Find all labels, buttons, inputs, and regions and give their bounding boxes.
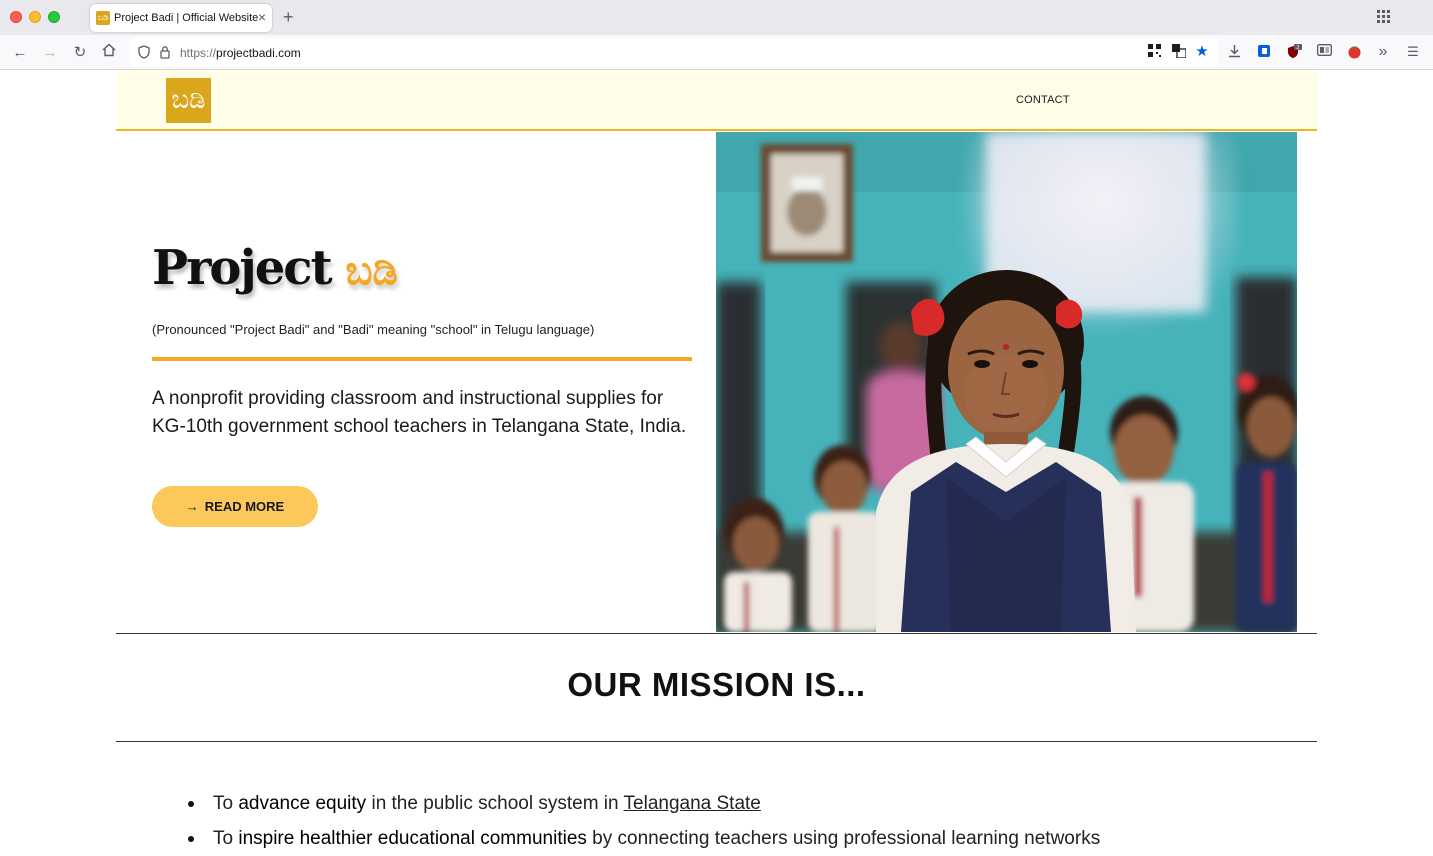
window-minimize-button[interactable] (29, 11, 41, 23)
tracking-shield-icon[interactable] (138, 45, 150, 59)
lock-icon[interactable] (160, 45, 170, 59)
translate-icon[interactable] (1171, 44, 1187, 60)
download-icon[interactable] (1226, 44, 1242, 60)
hero-title-word: Project (152, 240, 333, 296)
browser-nav-bar: ← → ↻ https://projectbadi.com ★ 2 » ☰ (0, 35, 1433, 70)
site-header: ಬಡಿ CONTACT (116, 70, 1317, 131)
hero-title: Project ಬಡಿ (152, 240, 398, 296)
reader-view-icon[interactable] (1316, 44, 1332, 60)
window-close-button[interactable] (10, 11, 22, 23)
read-more-label: READ MORE (204, 499, 285, 514)
section-divider-top (116, 633, 1317, 634)
tab-close-icon[interactable]: × (258, 9, 266, 25)
ublock-badge: 2 (1296, 45, 1299, 51)
bookmark-star-icon[interactable]: ★ (1194, 44, 1210, 60)
url-bar[interactable]: https://projectbadi.com (130, 38, 1218, 67)
website: ಬಡಿ CONTACT Project ಬಡಿ (Pronounced "Pro… (116, 70, 1317, 849)
telangana-state-link[interactable]: Telangana State (624, 793, 761, 814)
overflow-icon[interactable]: » (1375, 44, 1391, 60)
pronunciation-note: (Pronounced "Project Badi" and "Badi" me… (152, 322, 595, 337)
reload-icon[interactable]: ↻ (70, 43, 90, 63)
read-more-button[interactable]: → READ MORE (152, 486, 318, 527)
tomato-icon[interactable] (1346, 44, 1362, 60)
forward-icon[interactable]: → (40, 43, 60, 63)
section-divider-bottom (116, 741, 1317, 742)
hamburger-menu-icon[interactable]: ☰ (1405, 44, 1421, 60)
mission-item: To advance equity in the public school s… (188, 786, 1100, 821)
tab-favicon-icon: ಬಡಿ (96, 11, 110, 25)
arrow-right-icon: → (185, 499, 199, 514)
window-zoom-button[interactable] (48, 11, 60, 23)
qr-code-icon[interactable] (1146, 44, 1162, 60)
hero-photo-image (716, 132, 1297, 632)
mission-heading: OUR MISSION IS... (567, 666, 866, 703)
ublock-icon[interactable]: 2 (1286, 44, 1302, 60)
new-tab-button[interactable]: + (283, 7, 294, 27)
url-text: https://projectbadi.com (180, 46, 301, 60)
app-grid-icon[interactable] (1377, 10, 1391, 24)
mission-item-emphasis: advance equity (238, 793, 367, 814)
back-icon[interactable]: ← (10, 43, 30, 63)
site-logo[interactable]: ಬಡಿ (166, 78, 211, 123)
hero-divider (152, 357, 692, 361)
hero-description: A nonprofit providing classroom and inst… (152, 388, 687, 437)
container-icon[interactable] (1256, 44, 1272, 60)
tab-title: Project Badi | Official Website (114, 12, 259, 24)
home-icon[interactable] (99, 43, 119, 63)
nav-contact-link[interactable]: CONTACT (1016, 94, 1070, 106)
browser-tab-bar: ಬಡಿ Project Badi | Official Website × + (0, 0, 1433, 35)
hero-photo (716, 132, 1297, 632)
hero-title-accent: ಬಡಿ (345, 248, 398, 294)
mission-item: To inspire healthier educational communi… (188, 821, 1100, 856)
browser-tab-active[interactable]: ಬಡಿ Project Badi | Official Website × (90, 4, 272, 32)
